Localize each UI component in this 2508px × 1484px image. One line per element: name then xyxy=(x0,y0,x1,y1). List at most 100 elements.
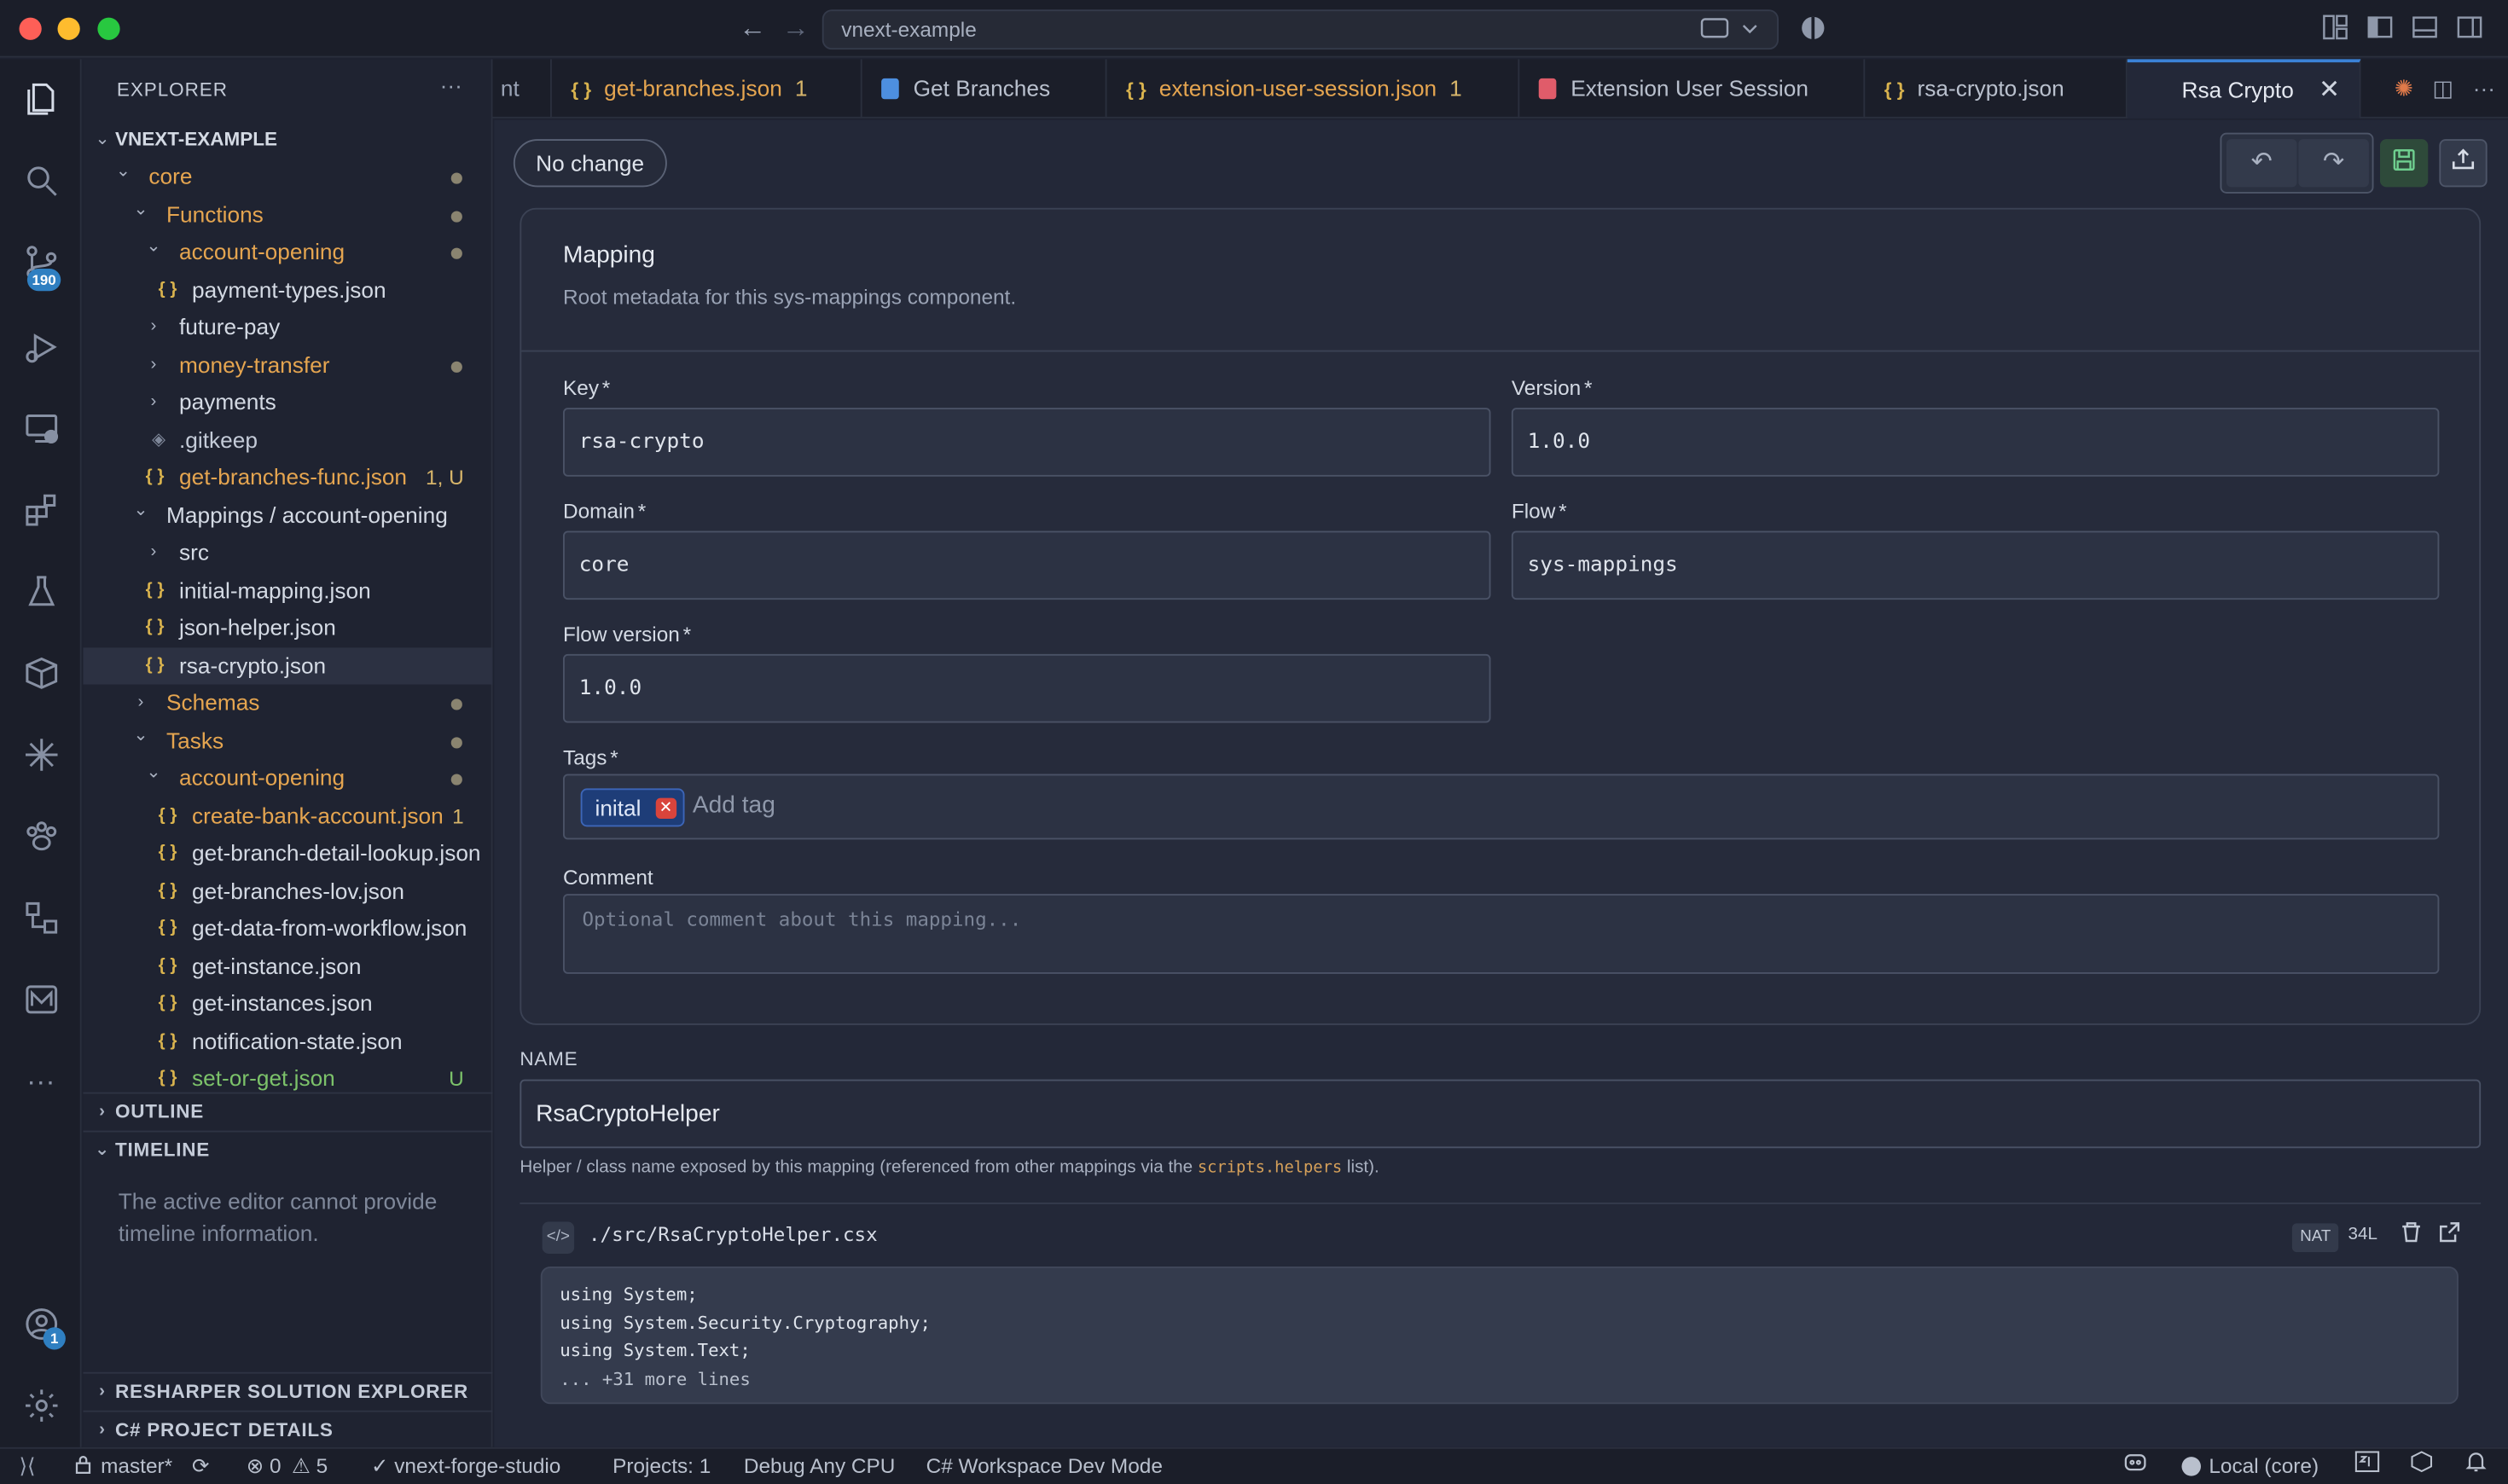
pets-icon[interactable] xyxy=(0,804,82,868)
export-button[interactable] xyxy=(2439,139,2488,188)
source-control-icon[interactable]: 190 xyxy=(0,230,82,294)
tree-file[interactable]: { } json-helper.json xyxy=(84,609,493,646)
warning-count: 5 xyxy=(316,1453,328,1478)
maximize-window-button[interactable] xyxy=(97,17,120,40)
local-item[interactable]: Local (core) xyxy=(2181,1449,2319,1484)
tree-folder[interactable]: ⌄ Mappings / account-opening xyxy=(84,496,493,533)
tree-file[interactable]: { } initial-mapping.json xyxy=(84,571,493,608)
toggle-primary-sidebar-icon[interactable] xyxy=(2367,14,2393,47)
tree-folder[interactable]: › Schemas xyxy=(84,685,493,722)
toggle-panel-icon[interactable] xyxy=(2412,14,2438,47)
tree-file[interactable]: { } get-data-from-workflow.json xyxy=(84,910,493,947)
csharp-icon[interactable] xyxy=(2409,1449,2435,1484)
project-item[interactable]: ✓ vnext-forge-studio xyxy=(371,1449,560,1484)
trash-icon[interactable] xyxy=(2401,1222,2421,1248)
tree-folder[interactable]: ⌄ Tasks xyxy=(84,722,493,759)
tree-folder[interactable]: › src xyxy=(84,534,493,571)
tree-folder[interactable]: › future-pay xyxy=(84,309,493,345)
open-external-icon[interactable] xyxy=(2439,1222,2460,1248)
copilot-status-icon[interactable] xyxy=(2122,1449,2148,1484)
more-icon[interactable]: ··· xyxy=(0,1049,82,1113)
chat-icon[interactable] xyxy=(1700,16,1761,47)
editor-tab[interactable]: { } get-branches.json 1 xyxy=(552,59,862,119)
version-input[interactable]: 1.0.0 xyxy=(1511,408,2440,477)
remote-explorer-icon[interactable] xyxy=(0,397,82,461)
code-preview[interactable]: using System; using System.Security.Cryp… xyxy=(540,1267,2459,1405)
explorer-more-icon[interactable]: ··· xyxy=(440,72,462,97)
editor-tab[interactable]: Extension User Session xyxy=(1519,59,1866,119)
editor-tab[interactable]: nt xyxy=(481,59,552,119)
csharp-section[interactable]: › C# PROJECT DETAILS xyxy=(83,1410,493,1446)
debug-config[interactable]: Debug Any CPU xyxy=(744,1449,896,1484)
editor-tab[interactable]: Get Branches xyxy=(862,59,1107,119)
resharper-section[interactable]: › RESHARPER SOLUTION EXPLORER xyxy=(83,1371,493,1407)
remove-tag-icon[interactable]: ✕ xyxy=(655,797,676,819)
search-icon[interactable] xyxy=(0,148,82,212)
projects-count[interactable]: Projects: 1 xyxy=(612,1449,711,1484)
command-center-search[interactable]: vnext-example xyxy=(821,9,1779,50)
editor-tab[interactable]: Rsa Crypto ✕ xyxy=(2127,59,2361,119)
tree-file[interactable]: { } get-branches-func.json 1, U xyxy=(84,459,493,496)
gear-icon[interactable] xyxy=(0,1374,82,1438)
editor-tab[interactable]: { } rsa-crypto.json xyxy=(1865,59,2128,119)
close-window-button[interactable] xyxy=(19,17,42,40)
timeline-section[interactable]: ⌄ TIMELINE xyxy=(83,1130,493,1166)
package-icon[interactable] xyxy=(0,641,82,705)
run-debug-icon[interactable] xyxy=(0,315,82,379)
testing-icon[interactable] xyxy=(0,559,82,623)
minimize-window-button[interactable] xyxy=(57,17,80,40)
forward-arrow-icon[interactable]: → xyxy=(782,13,810,45)
diagram-icon[interactable] xyxy=(0,886,82,950)
files-icon[interactable] xyxy=(0,67,82,131)
tree-folder[interactable]: › money-transfer xyxy=(84,346,493,383)
tree-folder[interactable]: ⌄ Functions xyxy=(84,196,493,233)
split-editor-icon[interactable]: ◫ xyxy=(2432,75,2453,101)
extensions-icon[interactable] xyxy=(0,478,82,542)
workspace-mode[interactable]: C# Workspace Dev Mode xyxy=(926,1449,1163,1484)
tree-file[interactable]: { } payment-types.json xyxy=(84,271,493,308)
undo-button[interactable]: ↶ xyxy=(2226,139,2297,188)
mail-icon[interactable] xyxy=(0,967,82,1031)
spark-icon[interactable]: ✺ xyxy=(2395,75,2413,101)
redo-button[interactable]: ↷ xyxy=(2298,139,2369,188)
tree-file[interactable]: { } create-bank-account.json 1 xyxy=(84,797,493,834)
accounts-icon[interactable]: 1 xyxy=(0,1292,82,1356)
editor-tab[interactable]: { } extension-user-session.json 1 xyxy=(1107,59,1520,119)
tab-label: nt xyxy=(500,75,520,101)
save-button[interactable] xyxy=(2380,139,2429,188)
tree-file[interactable]: { } get-branch-detail-lookup.json xyxy=(84,835,493,872)
tree-file[interactable]: { } notification-state.json xyxy=(84,1023,493,1059)
tree-file[interactable]: { } rsa-crypto.json xyxy=(83,646,493,684)
flow-version-input[interactable]: 1.0.0 xyxy=(563,653,1491,723)
tree-folder[interactable]: ⌄ core xyxy=(84,159,493,195)
more-actions-icon[interactable]: ··· xyxy=(2473,75,2495,101)
domain-input[interactable]: core xyxy=(563,530,1491,600)
key-input[interactable]: rsa-crypto xyxy=(563,408,1491,477)
bell-icon[interactable] xyxy=(2464,1449,2487,1484)
add-tag-input[interactable]: Add tag xyxy=(693,791,775,819)
close-icon[interactable]: ✕ xyxy=(2319,62,2340,119)
code-file-path[interactable]: ./src/RsaCryptoHelper.csx xyxy=(589,1223,878,1245)
remote-icon[interactable]: ⟩⟨ xyxy=(20,1449,36,1484)
tree-file[interactable]: { } get-instances.json xyxy=(84,985,493,1022)
tree-file[interactable]: { } get-instance.json xyxy=(84,948,493,984)
comment-textarea[interactable]: Optional comment about this mapping... xyxy=(563,894,2440,974)
back-arrow-icon[interactable]: ← xyxy=(739,13,766,45)
workspace-root[interactable]: ⌄ VNEXT-EXAMPLE xyxy=(84,122,493,159)
sync-icon[interactable]: ⟳ xyxy=(192,1449,209,1484)
tree-folder[interactable]: ⌄ account-opening xyxy=(84,760,493,797)
tree-folder[interactable]: › payments xyxy=(84,384,493,420)
tree-file[interactable]: { } get-branches-lov.json xyxy=(84,872,493,909)
layout-customize-icon[interactable] xyxy=(2323,14,2348,47)
name-input[interactable]: RsaCryptoHelper xyxy=(520,1079,2482,1149)
toggle-secondary-sidebar-icon[interactable] xyxy=(2457,14,2482,47)
copilot-icon[interactable] xyxy=(1799,14,1826,48)
problems-item[interactable]: ⊗ 0 ⚠ 5 xyxy=(247,1449,328,1484)
outline-section[interactable]: › OUTLINE xyxy=(83,1092,493,1127)
spark-icon[interactable] xyxy=(0,723,82,787)
tree-file[interactable]: ◈ .gitkeep xyxy=(84,421,493,458)
branch-item[interactable]: master* xyxy=(73,1449,172,1484)
flow-input[interactable]: sys-mappings xyxy=(1511,530,2440,600)
tree-folder[interactable]: ⌄ account-opening xyxy=(84,234,493,270)
resharper-icon[interactable] xyxy=(2354,1449,2380,1484)
